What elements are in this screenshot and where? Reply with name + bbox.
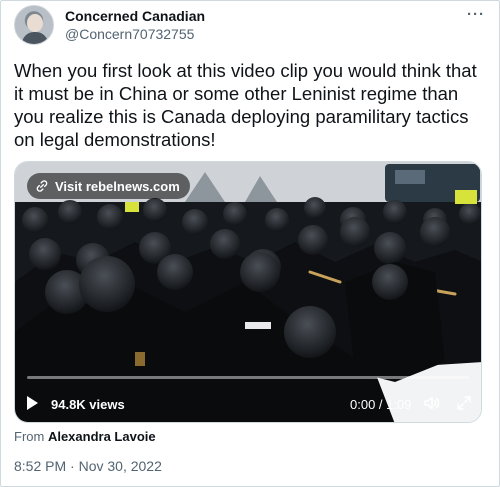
video-attribution: From Alexandra Lavoie: [14, 429, 156, 444]
tweet-card: Concerned Canadian @Concern70732755 ··· …: [0, 0, 500, 487]
author-name[interactable]: Concerned Canadian: [65, 8, 205, 24]
video-player[interactable]: [14, 161, 482, 423]
video-controls: 94.8K views 0:00 / 1:09: [27, 393, 473, 415]
avatar-face: [27, 14, 43, 32]
play-icon[interactable]: [27, 396, 38, 410]
attribution-source-link[interactable]: Alexandra Lavoie: [48, 429, 156, 444]
link-icon: [36, 180, 48, 192]
volume-icon[interactable]: [423, 394, 441, 412]
visit-site-label: Visit rebelnews.com: [55, 178, 180, 194]
video-time: 0:00 / 1:09: [350, 397, 412, 412]
tweet-timestamp[interactable]: 8:52 PM · Nov 30, 2022: [14, 458, 162, 474]
fullscreen-icon[interactable]: [455, 394, 473, 412]
view-count: 94.8K views: [51, 397, 125, 412]
video-frame: [15, 162, 481, 422]
author-handle[interactable]: @Concern70732755: [65, 26, 194, 42]
visit-site-link[interactable]: Visit rebelnews.com: [27, 173, 190, 199]
avatar[interactable]: [14, 5, 54, 45]
avatar-body: [22, 32, 48, 44]
tweet-text: When you first look at this video clip y…: [14, 60, 477, 150]
video-progress-bar[interactable]: [27, 376, 469, 379]
attribution-prefix: From: [14, 429, 48, 444]
more-options-icon[interactable]: ···: [467, 7, 485, 22]
